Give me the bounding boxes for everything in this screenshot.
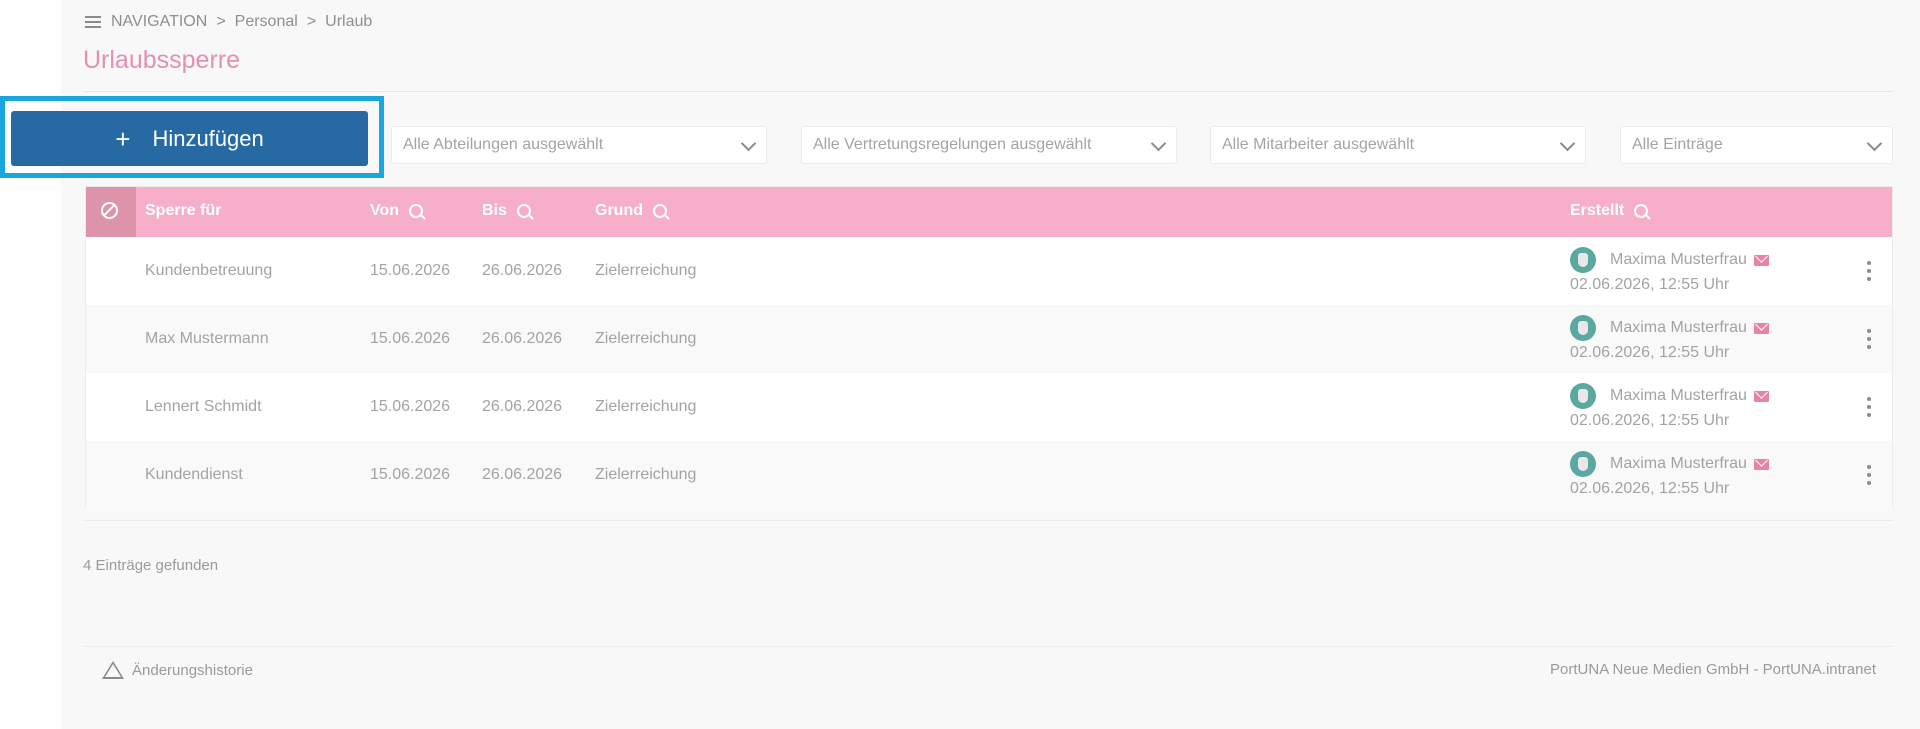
creator-info: Maxima Musterfrau bbox=[1610, 387, 1769, 405]
main-content: NAVIGATION > Personal > Urlaub Urlaubssp… bbox=[0, 0, 1920, 729]
title-divider bbox=[83, 91, 1892, 92]
search-icon[interactable] bbox=[409, 204, 424, 218]
chevron-down-icon bbox=[1866, 135, 1883, 152]
creator-name[interactable]: Maxima Musterfrau bbox=[1610, 319, 1747, 337]
employee-filter[interactable]: Alle Mitarbeiter ausgewählt bbox=[1210, 126, 1586, 164]
chevron-down-icon bbox=[740, 135, 757, 152]
footer-divider bbox=[83, 646, 1892, 647]
created-date: 02.06.2026, 12:55 Uhr bbox=[1570, 412, 1730, 429]
cell-grund: Zielerreichung bbox=[595, 262, 697, 279]
table-header: Sperre für Von Bis Grund Erstellt bbox=[86, 187, 1892, 237]
cell-von: 15.06.2026 bbox=[370, 398, 451, 415]
add-button-label: Hinzufügen bbox=[152, 125, 264, 151]
header-label: Grund bbox=[595, 202, 643, 219]
plus-icon: + bbox=[115, 123, 131, 154]
created-date: 02.06.2026, 12:55 Uhr bbox=[1570, 344, 1730, 361]
cell-sperre-fuer: Kundendienst bbox=[145, 466, 243, 483]
table-divider bbox=[83, 520, 1892, 521]
chevron-down-icon bbox=[1559, 135, 1576, 152]
mail-icon[interactable] bbox=[1753, 322, 1769, 334]
creator-info: Maxima Musterfrau bbox=[1610, 319, 1769, 337]
created-date: 02.06.2026, 12:55 Uhr bbox=[1570, 480, 1730, 497]
kebab-menu-icon[interactable] bbox=[1866, 465, 1872, 485]
breadcrumb-separator: > bbox=[216, 13, 226, 30]
avatar[interactable] bbox=[1570, 247, 1596, 273]
kebab-menu-icon[interactable] bbox=[1866, 397, 1872, 417]
department-filter-value: Alle Abteilungen ausgewählt bbox=[403, 136, 604, 153]
entries-filter[interactable]: Alle Einträge bbox=[1620, 126, 1893, 164]
breadcrumb-personal[interactable]: Personal bbox=[235, 13, 298, 31]
cell-bis: 26.06.2026 bbox=[482, 330, 563, 347]
creator-name[interactable]: Maxima Musterfrau bbox=[1610, 455, 1747, 473]
cell-sperre-fuer: Kundenbetreuung bbox=[145, 262, 273, 279]
search-icon[interactable] bbox=[1634, 204, 1649, 218]
creator-name[interactable]: Maxima Musterfrau bbox=[1610, 387, 1747, 405]
mail-icon[interactable] bbox=[1753, 458, 1769, 470]
cell-grund: Zielerreichung bbox=[595, 398, 697, 415]
select-column-header[interactable] bbox=[86, 187, 136, 237]
kebab-menu-icon[interactable] bbox=[1866, 261, 1872, 281]
avatar[interactable] bbox=[1570, 451, 1596, 477]
header-sperre-fuer[interactable]: Sperre für bbox=[145, 202, 221, 220]
table-row[interactable]: Kundendienst 15.06.2026 26.06.2026 Ziele… bbox=[86, 441, 1892, 509]
cell-grund: Zielerreichung bbox=[595, 330, 697, 347]
table-row[interactable]: Kundenbetreuung 15.06.2026 26.06.2026 Zi… bbox=[86, 237, 1892, 305]
creator-info: Maxima Musterfrau bbox=[1610, 251, 1769, 269]
deputy-filter-value: Alle Vertretungsregelungen ausgewählt bbox=[813, 136, 1092, 153]
created-date: 02.06.2026, 12:55 Uhr bbox=[1570, 276, 1730, 293]
change-history-link[interactable]: Änderungshistorie bbox=[102, 661, 253, 679]
cell-bis: 26.06.2026 bbox=[482, 262, 563, 279]
creator-name[interactable]: Maxima Musterfrau bbox=[1610, 251, 1747, 269]
triangle-icon bbox=[102, 661, 124, 679]
cell-sperre-fuer: Max Mustermann bbox=[145, 330, 269, 347]
breadcrumb-urlaub[interactable]: Urlaub bbox=[325, 13, 372, 31]
avatar[interactable] bbox=[1570, 383, 1596, 409]
creator-info: Maxima Musterfrau bbox=[1610, 455, 1769, 473]
cell-sperre-fuer: Lennert Schmidt bbox=[145, 398, 262, 415]
cell-von: 15.06.2026 bbox=[370, 330, 451, 347]
mail-icon[interactable] bbox=[1753, 390, 1769, 402]
change-history-label: Änderungshistorie bbox=[132, 661, 253, 679]
employee-filter-value: Alle Mitarbeiter ausgewählt bbox=[1222, 136, 1415, 153]
result-count: 4 Einträge gefunden bbox=[83, 557, 219, 574]
search-icon[interactable] bbox=[653, 204, 667, 218]
header-label: Sperre für bbox=[145, 202, 222, 219]
copyright-text: PortUNA Neue Medien GmbH - PortUNA.intra… bbox=[1550, 661, 1876, 678]
search-icon[interactable] bbox=[516, 204, 531, 218]
kebab-menu-icon[interactable] bbox=[1866, 329, 1872, 349]
block-icon bbox=[101, 202, 118, 219]
mail-icon[interactable] bbox=[1753, 254, 1769, 266]
menu-icon[interactable] bbox=[85, 16, 101, 28]
cell-bis: 26.06.2026 bbox=[482, 398, 563, 415]
header-label: Bis bbox=[482, 202, 507, 219]
chevron-down-icon bbox=[1150, 135, 1167, 152]
deputy-filter[interactable]: Alle Vertretungsregelungen ausgewählt bbox=[801, 126, 1177, 164]
header-von[interactable]: Von bbox=[370, 202, 424, 220]
cell-bis: 26.06.2026 bbox=[482, 466, 563, 483]
table-row[interactable]: Lennert Schmidt 15.06.2026 26.06.2026 Zi… bbox=[86, 373, 1892, 441]
header-erstellt[interactable]: Erstellt bbox=[1570, 202, 1649, 220]
cell-grund: Zielerreichung bbox=[595, 466, 697, 483]
page-title: Urlaubssperre bbox=[83, 46, 241, 74]
header-label: Von bbox=[370, 202, 400, 219]
table-row[interactable]: Max Mustermann 15.06.2026 26.06.2026 Zie… bbox=[86, 305, 1892, 373]
cell-von: 15.06.2026 bbox=[370, 262, 451, 279]
avatar[interactable] bbox=[1570, 315, 1596, 341]
breadcrumb-separator: > bbox=[306, 13, 317, 30]
add-button[interactable]: + Hinzufügen bbox=[11, 111, 368, 166]
header-grund[interactable]: Grund bbox=[595, 202, 667, 220]
breadcrumb-navigation[interactable]: NAVIGATION bbox=[111, 13, 207, 31]
header-label: Erstellt bbox=[1570, 202, 1625, 219]
data-table: Sperre für Von Bis Grund Erstellt Kunden… bbox=[85, 186, 1893, 509]
entries-filter-value: Alle Einträge bbox=[1632, 136, 1723, 153]
department-filter[interactable]: Alle Abteilungen ausgewählt bbox=[391, 126, 767, 164]
cell-von: 15.06.2026 bbox=[370, 466, 451, 483]
header-bis[interactable]: Bis bbox=[482, 202, 531, 220]
breadcrumb: NAVIGATION > Personal > Urlaub bbox=[85, 13, 372, 31]
